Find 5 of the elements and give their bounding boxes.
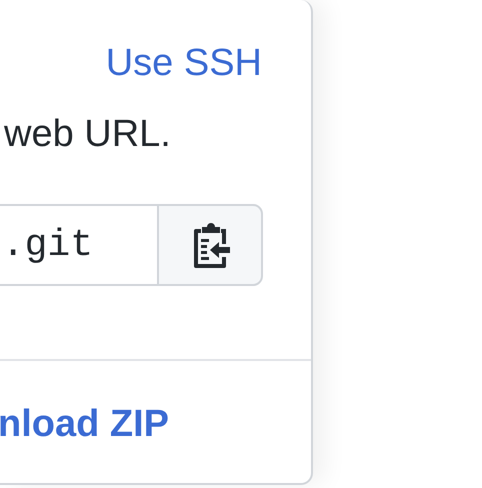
description-text: web URL. bbox=[4, 112, 172, 156]
download-zip-link[interactable]: nload ZIP bbox=[0, 401, 311, 447]
url-field[interactable]: .git bbox=[0, 204, 157, 286]
use-ssh-link[interactable]: Use SSH bbox=[106, 40, 262, 86]
copy-button[interactable] bbox=[157, 204, 263, 286]
